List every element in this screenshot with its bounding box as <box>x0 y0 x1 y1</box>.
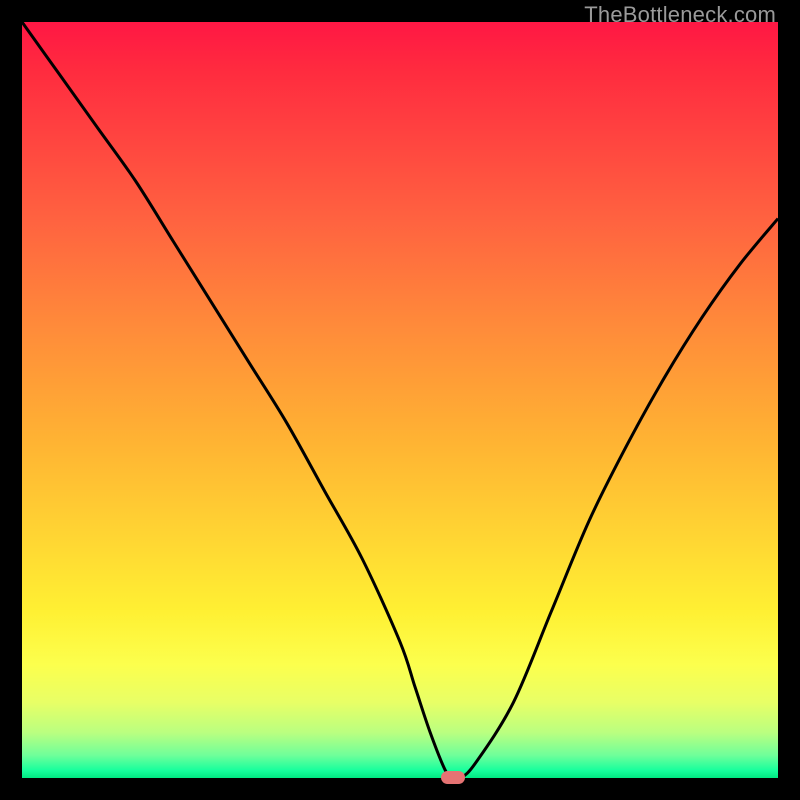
minimum-marker <box>441 771 465 784</box>
plot-area <box>22 22 778 778</box>
bottleneck-curve <box>22 22 778 778</box>
chart-frame: TheBottleneck.com <box>0 0 800 800</box>
watermark-text: TheBottleneck.com <box>584 2 776 28</box>
curve-line <box>22 22 778 779</box>
